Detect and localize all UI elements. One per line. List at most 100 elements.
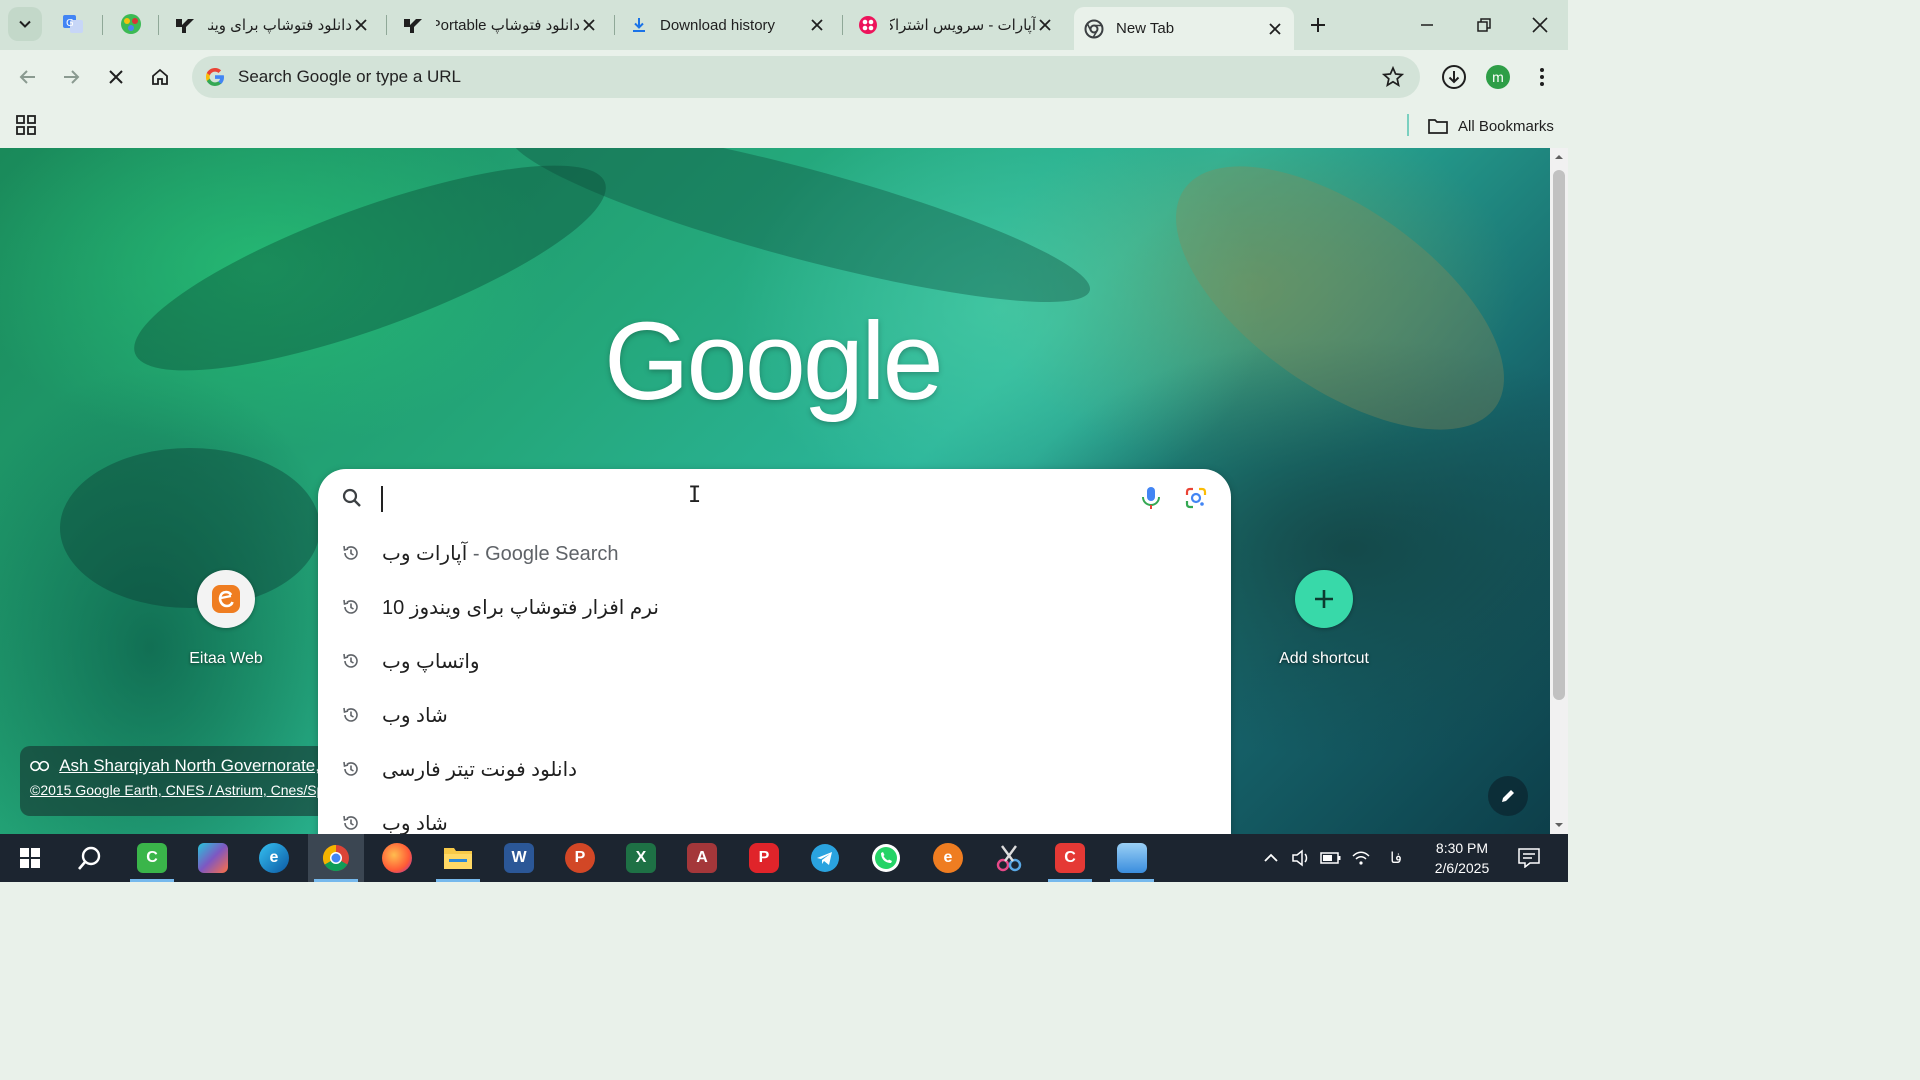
history-icon	[343, 653, 358, 668]
bookmark-star-icon[interactable]	[1382, 66, 1404, 88]
taskbar-app-camtasia[interactable]: C	[124, 834, 180, 882]
scroll-down-arrow-icon[interactable]	[1554, 820, 1564, 830]
search-suggestion[interactable]: نرم افزار فتوشاپ برای ویندوز 10	[318, 581, 1231, 635]
notification-icon	[1518, 848, 1540, 868]
apps-grid-icon[interactable]	[15, 114, 37, 136]
downloads-button[interactable]	[1438, 61, 1470, 93]
page-scrollbar[interactable]	[1550, 148, 1568, 834]
window-close-button[interactable]	[1525, 10, 1555, 40]
link-icon	[30, 760, 50, 772]
ntp-search-input[interactable]: I	[318, 469, 1231, 527]
profile-avatar[interactable]: m	[1486, 65, 1510, 89]
scroll-up-arrow-icon[interactable]	[1554, 152, 1564, 162]
taskbar-app-psiphon[interactable]: P	[736, 834, 792, 882]
home-icon	[152, 68, 168, 85]
tab-close-button[interactable]	[580, 16, 598, 34]
notification-center-button[interactable]	[1512, 834, 1546, 882]
tab-close-button[interactable]	[1036, 16, 1054, 34]
minimize-icon	[1421, 24, 1433, 26]
plus-icon	[1311, 18, 1325, 32]
stop-loading-button[interactable]	[100, 61, 132, 93]
history-icon	[343, 761, 358, 776]
taskbar-app-control-panel[interactable]	[1104, 834, 1160, 882]
taskbar-clock[interactable]: 8:30 PM 2/6/2025	[1424, 838, 1500, 878]
taskbar-app-snipping[interactable]	[981, 834, 1037, 882]
google-lens-icon[interactable]	[1184, 486, 1208, 510]
tab-close-button[interactable]	[352, 16, 370, 34]
minimize-button[interactable]	[1412, 10, 1442, 40]
tab-close-button[interactable]	[1266, 20, 1284, 38]
close-icon	[1269, 22, 1281, 35]
pencil-icon	[1502, 790, 1514, 802]
battery-button[interactable]	[1318, 834, 1344, 882]
address-bar[interactable]: Search Google or type a URL	[192, 56, 1420, 98]
new-tab-button[interactable]	[1304, 11, 1332, 39]
search-suggestion[interactable]: شاد وب	[318, 797, 1231, 834]
taskbar-app-excel[interactable]: X	[613, 834, 669, 882]
add-shortcut-button[interactable]: Add shortcut	[1264, 570, 1384, 668]
start-button[interactable]	[2, 834, 58, 882]
background-attribution[interactable]: Ash Sharqiyah North Governorate, ©2015 G…	[20, 746, 320, 816]
shortcut-eitaa-web[interactable]: Eitaa Web	[166, 570, 286, 668]
tab-strip: G دانلود فتوشاپ برای ویندوز دانلود فتوشا…	[0, 0, 1568, 50]
close-icon	[1532, 17, 1548, 33]
network-button[interactable]	[1348, 834, 1374, 882]
search-suggestion[interactable]: دانلود فونت تیتر فارسی	[318, 743, 1231, 797]
customize-chrome-button[interactable]	[1488, 776, 1528, 816]
taskbar-app-whatsapp[interactable]	[858, 834, 914, 882]
download-icon	[633, 18, 645, 32]
tab-close-button[interactable]	[808, 16, 826, 34]
suggestion-text: دانلود فونت تیتر فارسی	[382, 759, 578, 781]
taskbar-app-chrome[interactable]	[308, 834, 364, 882]
forward-button[interactable]	[55, 61, 87, 93]
tab-new-tab[interactable]: New Tab	[1074, 7, 1294, 50]
tab-search-button[interactable]	[8, 7, 42, 41]
scrollbar-thumb[interactable]	[1553, 170, 1565, 700]
chrome-menu-button[interactable]	[1526, 61, 1558, 93]
taskbar-app-eitaa[interactable]: e	[920, 834, 976, 882]
tab-download-history[interactable]: Download history	[620, 8, 836, 42]
attribution-location-link[interactable]: Ash Sharqiyah North Governorate,	[30, 756, 320, 776]
input-language-indicator[interactable]: فا	[1382, 834, 1410, 882]
taskbar-app-firefox[interactable]	[369, 834, 425, 882]
close-icon	[355, 19, 367, 31]
taskbar-app-access[interactable]: A	[674, 834, 730, 882]
wifi-icon	[1352, 851, 1370, 865]
tab-photoshop-portable[interactable]: دانلود فتوشاپ Portable	[392, 8, 608, 42]
pinned-tab-translate[interactable]: G	[58, 9, 88, 39]
suggestion-text: واتساپ وب	[382, 651, 480, 673]
taskbar-search-button[interactable]	[62, 834, 118, 882]
tab-aparat[interactable]: آپارات - سرویس اشتراک ویدیو	[848, 8, 1064, 42]
tab-title: دانلود فتوشاپ برای ویندوز	[208, 17, 352, 34]
all-bookmarks-button[interactable]: All Bookmarks	[1428, 114, 1554, 138]
microphone-icon[interactable]	[1140, 486, 1162, 510]
speaker-icon	[1292, 849, 1308, 867]
taskbar-app-telegram[interactable]	[797, 834, 853, 882]
search-suggestion[interactable]: واتساپ وب	[318, 635, 1231, 689]
volume-button[interactable]	[1288, 834, 1314, 882]
taskbar-app-copilot[interactable]	[185, 834, 241, 882]
taskbar-app-camtasia-recorder[interactable]: C	[1042, 834, 1098, 882]
close-icon	[1039, 19, 1051, 31]
taskbar-app-edge[interactable]: e	[246, 834, 302, 882]
taskbar-app-word[interactable]: W	[491, 834, 547, 882]
clock-time: 8:30 PM	[1435, 840, 1489, 856]
tab-photoshop-windows[interactable]: دانلود فتوشاپ برای ویندوز	[164, 8, 380, 42]
history-icon	[343, 599, 358, 614]
chrome-icon	[322, 844, 349, 872]
search-suggestion[interactable]: آپارات وب - Google Search	[318, 527, 1231, 581]
show-hidden-icons-button[interactable]	[1258, 834, 1284, 882]
powerpoint-icon: P	[565, 843, 595, 873]
home-button[interactable]	[144, 61, 176, 93]
browser-toolbar: Search Google or type a URL m	[0, 50, 1568, 104]
suggestion-text: نرم افزار فتوشاپ برای ویندوز 10	[382, 597, 659, 619]
restore-button[interactable]	[1469, 10, 1499, 40]
taskbar-app-powerpoint[interactable]: P	[552, 834, 608, 882]
back-button[interactable]	[12, 61, 44, 93]
pinned-tab-app[interactable]	[116, 9, 146, 39]
search-suggestion[interactable]: شاد وب	[318, 689, 1231, 743]
taskbar-app-file-explorer[interactable]	[430, 834, 486, 882]
window-app-icon	[1117, 843, 1147, 873]
attribution-copyright[interactable]: ©2015 Google Earth, CNES / Astrium, Cnes…	[30, 782, 320, 798]
colorful-app-icon	[121, 14, 141, 34]
